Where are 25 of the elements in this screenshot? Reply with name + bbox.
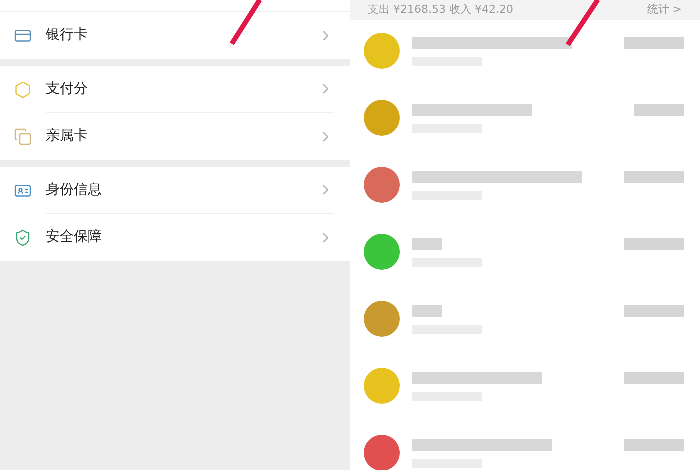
bill-summary: 支出 ¥2168.53 收入 ¥42.20 [368,2,514,18]
blurred-text [634,104,684,116]
menu-label: 安全保障 [46,228,103,247]
blurred-text [624,305,684,317]
menu-label: 身份信息 [46,180,103,200]
menu-label: 支付分 [46,80,89,98]
shield-icon [14,228,32,246]
blurred-text [412,238,442,250]
menu-label: 银行卡 [46,26,89,45]
annotation-line [230,0,262,46]
menu-item[interactable]: 银行卡 [0,12,350,59]
hexagon-icon [14,80,32,98]
menu-label: 亲属卡 [46,127,89,146]
blurred-text [624,171,684,183]
blurred-text [412,305,442,317]
blurred-text [624,238,684,250]
menu-item[interactable]: 亲属卡 [0,113,350,160]
menu-item[interactable]: 身份信息 [0,167,350,214]
blurred-text [624,439,684,451]
menu-item[interactable]: 安全保障 [0,214,350,261]
blurred-text [624,372,684,384]
cards-icon [14,128,32,146]
annotation-line [566,0,600,46]
blurred-text [624,37,684,49]
menu-item[interactable]: 支付分 [0,66,350,113]
